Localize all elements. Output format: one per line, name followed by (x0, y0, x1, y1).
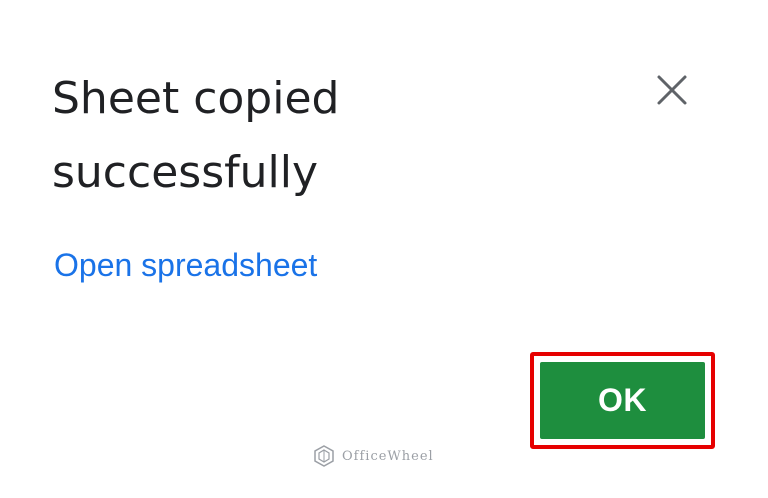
watermark-text: OfficeWheel (342, 448, 434, 464)
close-button[interactable] (652, 70, 692, 110)
watermark: OfficeWheel (312, 444, 434, 468)
dialog-title: Sheet copied successfully (52, 73, 340, 198)
copy-success-dialog: Sheet copied successfully Open spreadshe… (0, 0, 768, 498)
hexagon-logo-icon (314, 445, 334, 467)
ok-button[interactable]: OK (540, 362, 705, 439)
close-icon (657, 75, 687, 105)
open-spreadsheet-link[interactable]: Open spreadsheet (54, 246, 317, 284)
ok-button-highlight: OK (530, 352, 715, 449)
